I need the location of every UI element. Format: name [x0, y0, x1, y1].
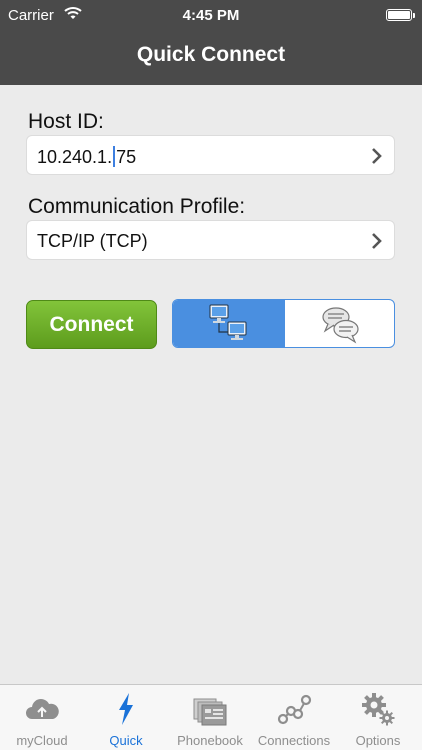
- host-id-value-start: 10.240.1.: [37, 147, 113, 167]
- navigation-bar: Carrier 4:45 PM Quick Connect: [0, 0, 422, 85]
- battery-icon: [386, 9, 415, 21]
- chat-mode-segment[interactable]: [284, 300, 394, 347]
- remote-control-mode-segment[interactable]: [173, 300, 284, 347]
- tab-phonebook[interactable]: Phonebook: [168, 685, 252, 750]
- connections-icon: [277, 694, 312, 725]
- communication-profile-label: Communication Profile:: [28, 195, 246, 218]
- tab-quick-connect[interactable]: Quick Connect: [84, 685, 168, 750]
- host-id-label: Host ID:: [28, 110, 104, 133]
- chevron-right-icon: [372, 148, 382, 164]
- status-bar: Carrier 4:45 PM: [0, 0, 422, 30]
- connect-button[interactable]: Connect: [26, 300, 157, 349]
- tab-label: Quick Connect: [102, 733, 150, 750]
- connection-mode-segment: [172, 299, 395, 348]
- lightning-icon: [119, 693, 133, 725]
- tab-label: Phonebook: [177, 733, 243, 748]
- network-computers-icon: [209, 304, 247, 340]
- gears-icon: [362, 693, 395, 726]
- tab-label: Connections: [257, 733, 331, 748]
- status-time: 4:45 PM: [182, 7, 240, 24]
- tab-mycloud[interactable]: myCloud: [0, 685, 84, 750]
- chevron-right-icon: [372, 233, 382, 249]
- chat-bubbles-icon: [322, 307, 359, 344]
- host-id-value-end: 75: [116, 147, 137, 167]
- page-title: Quick Connect: [136, 43, 286, 66]
- phonebook-icon: [193, 698, 227, 726]
- communication-profile-value: TCP/IP (TCP): [37, 231, 148, 251]
- cloud-icon: [26, 699, 59, 719]
- tab-options[interactable]: Options: [336, 685, 420, 750]
- tab-bar: myCloud Quick Connect Phonebook Connecti…: [0, 684, 422, 750]
- tab-label: Options: [355, 733, 401, 748]
- tab-connections[interactable]: Connections: [252, 685, 336, 750]
- tab-label: myCloud: [16, 733, 68, 748]
- text-cursor: [113, 146, 116, 167]
- host-id-field[interactable]: 10.240.1. 75: [26, 135, 395, 175]
- communication-profile-field[interactable]: TCP/IP (TCP): [26, 220, 395, 260]
- host-id-value[interactable]: 10.240.1. 75: [37, 146, 136, 168]
